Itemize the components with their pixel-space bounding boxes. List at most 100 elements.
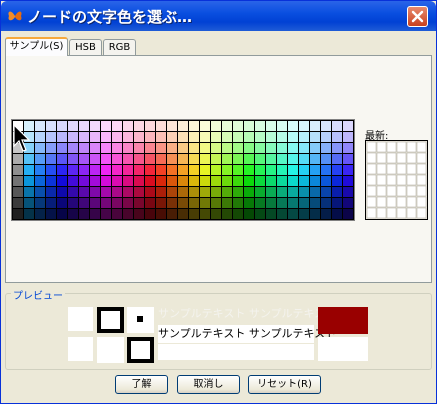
color-swatch[interactable] xyxy=(90,121,100,131)
color-swatch[interactable] xyxy=(266,132,276,142)
color-swatch[interactable] xyxy=(57,143,67,153)
color-swatch[interactable] xyxy=(200,121,210,131)
recent-color-swatch[interactable] xyxy=(396,163,407,175)
color-swatch[interactable] xyxy=(24,154,34,164)
color-swatch[interactable] xyxy=(310,143,320,153)
color-swatch[interactable] xyxy=(178,132,188,142)
color-swatch[interactable] xyxy=(112,165,122,175)
color-swatch[interactable] xyxy=(90,209,100,219)
color-swatch[interactable] xyxy=(145,154,155,164)
color-swatch[interactable] xyxy=(255,209,265,219)
recent-color-swatch[interactable] xyxy=(376,196,387,208)
color-swatch[interactable] xyxy=(233,132,243,142)
color-swatch[interactable] xyxy=(288,209,298,219)
color-swatch[interactable] xyxy=(277,132,287,142)
color-swatch[interactable] xyxy=(189,165,199,175)
color-swatch[interactable] xyxy=(145,132,155,142)
color-swatch[interactable] xyxy=(101,154,111,164)
color-swatch[interactable] xyxy=(310,121,320,131)
recent-color-swatch[interactable] xyxy=(386,185,397,197)
color-swatch[interactable] xyxy=(156,132,166,142)
color-swatch[interactable] xyxy=(189,132,199,142)
color-swatch[interactable] xyxy=(310,176,320,186)
color-swatch[interactable] xyxy=(266,165,276,175)
color-swatch[interactable] xyxy=(266,121,276,131)
color-swatch[interactable] xyxy=(68,154,78,164)
color-swatch[interactable] xyxy=(299,165,309,175)
color-swatch[interactable] xyxy=(222,121,232,131)
color-swatch[interactable] xyxy=(156,121,166,131)
color-swatch[interactable] xyxy=(123,165,133,175)
color-swatch[interactable] xyxy=(255,176,265,186)
color-swatch[interactable] xyxy=(310,198,320,208)
color-swatch[interactable] xyxy=(233,198,243,208)
recent-color-swatch[interactable] xyxy=(386,152,397,164)
color-swatch[interactable] xyxy=(35,209,45,219)
color-swatch[interactable] xyxy=(321,187,331,197)
color-swatch[interactable] xyxy=(24,198,34,208)
color-swatch[interactable] xyxy=(24,176,34,186)
color-swatch[interactable] xyxy=(233,176,243,186)
color-swatch[interactable] xyxy=(189,176,199,186)
color-swatch[interactable] xyxy=(46,198,56,208)
color-swatch[interactable] xyxy=(123,132,133,142)
color-swatch[interactable] xyxy=(101,121,111,131)
color-swatch[interactable] xyxy=(222,176,232,186)
color-swatch[interactable] xyxy=(211,132,221,142)
color-swatch[interactable] xyxy=(68,198,78,208)
tab-rgb[interactable]: RGB xyxy=(103,39,136,55)
color-swatch[interactable] xyxy=(211,154,221,164)
color-swatch[interactable] xyxy=(200,176,210,186)
color-swatch[interactable] xyxy=(288,154,298,164)
color-swatch[interactable] xyxy=(101,209,111,219)
color-swatch[interactable] xyxy=(321,121,331,131)
color-swatch[interactable] xyxy=(145,143,155,153)
color-swatch[interactable] xyxy=(68,143,78,153)
color-swatch[interactable] xyxy=(277,154,287,164)
recent-color-swatch[interactable] xyxy=(366,207,377,219)
color-swatch[interactable] xyxy=(299,198,309,208)
color-swatch[interactable] xyxy=(233,154,243,164)
tab-hsb[interactable]: HSB xyxy=(69,39,102,55)
color-swatch[interactable] xyxy=(211,165,221,175)
color-swatch[interactable] xyxy=(68,121,78,131)
recent-swatches-grid[interactable] xyxy=(365,140,428,220)
color-swatch[interactable] xyxy=(255,187,265,197)
color-swatch[interactable] xyxy=(343,132,353,142)
color-swatch[interactable] xyxy=(167,154,177,164)
color-swatch[interactable] xyxy=(112,176,122,186)
title-bar[interactable]: ノードの文字色を選ぶ… xyxy=(1,1,436,31)
color-swatch[interactable] xyxy=(244,154,254,164)
color-swatch[interactable] xyxy=(321,165,331,175)
color-swatch[interactable] xyxy=(68,187,78,197)
color-swatch[interactable] xyxy=(332,176,342,186)
color-swatch[interactable] xyxy=(57,176,67,186)
color-swatch[interactable] xyxy=(68,165,78,175)
recent-color-swatch[interactable] xyxy=(366,141,377,153)
color-swatch[interactable] xyxy=(343,154,353,164)
color-swatch[interactable] xyxy=(277,176,287,186)
color-swatch[interactable] xyxy=(332,209,342,219)
color-swatch[interactable] xyxy=(288,176,298,186)
color-swatch[interactable] xyxy=(211,143,221,153)
recent-color-swatch[interactable] xyxy=(406,152,417,164)
color-swatch[interactable] xyxy=(266,154,276,164)
color-swatch[interactable] xyxy=(222,132,232,142)
recent-color-swatch[interactable] xyxy=(366,196,377,208)
color-swatch[interactable] xyxy=(211,209,221,219)
color-swatch[interactable] xyxy=(310,187,320,197)
color-swatch[interactable] xyxy=(222,165,232,175)
swatch-palette[interactable] xyxy=(11,119,355,221)
color-swatch[interactable] xyxy=(13,154,23,164)
color-swatch[interactable] xyxy=(233,143,243,153)
color-swatch[interactable] xyxy=(266,209,276,219)
color-swatch[interactable] xyxy=(266,187,276,197)
color-swatch[interactable] xyxy=(13,176,23,186)
color-swatch[interactable] xyxy=(134,121,144,131)
color-swatch[interactable] xyxy=(321,132,331,142)
color-swatch[interactable] xyxy=(211,187,221,197)
color-swatch[interactable] xyxy=(112,132,122,142)
color-swatch[interactable] xyxy=(79,154,89,164)
color-swatch[interactable] xyxy=(266,176,276,186)
color-swatch[interactable] xyxy=(200,187,210,197)
